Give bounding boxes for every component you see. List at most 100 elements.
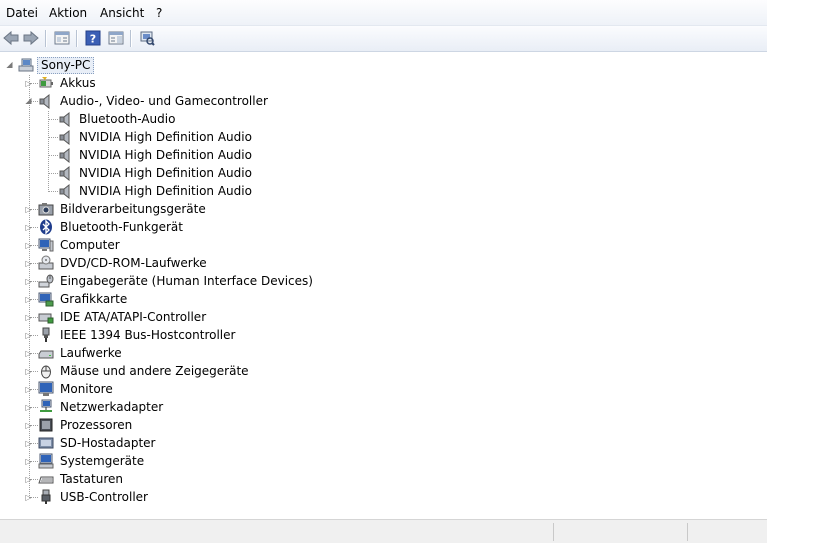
toolbar-separator	[76, 30, 78, 47]
expand-arrow[interactable]: ▷	[24, 439, 33, 448]
tree-root-sony-pc[interactable]: ◢ Sony-PC	[0, 56, 300, 74]
firewire-icon	[42, 327, 50, 342]
tree-item-nvidia-hd-audio[interactable]: NVIDIA High Definition Audio	[0, 146, 400, 164]
expand-arrow[interactable]: ▷	[24, 205, 33, 214]
disc-drive-icon	[38, 255, 54, 270]
scan-hardware-button[interactable]	[138, 29, 156, 47]
forward-icon	[23, 30, 39, 46]
processor-icon	[39, 418, 53, 432]
ide-controller-icon	[38, 313, 54, 324]
hid-icon	[38, 274, 54, 288]
hard-drive-icon	[38, 350, 54, 359]
tree-item-mice[interactable]: ▷ Mäuse und andere Zeigegeräte	[0, 362, 400, 380]
menu-datei[interactable]: Datei	[6, 6, 38, 20]
tree-guide-line	[49, 191, 58, 192]
desktop-background	[767, 0, 819, 543]
collapse-arrow[interactable]: ◢	[24, 96, 33, 105]
tree-item-dvd-cd-rom[interactable]: ▷ DVD/CD-ROM-Laufwerke	[0, 254, 400, 272]
category-label: Monitore	[60, 382, 113, 396]
speaker-icon	[59, 129, 70, 145]
menu-aktion[interactable]: Aktion	[49, 6, 87, 20]
expand-arrow[interactable]: ▷	[24, 457, 33, 466]
tree-item-hid[interactable]: ▷ Eingabegeräte (Human Interface Devices…	[0, 272, 400, 290]
category-label: SD-Hostadapter	[60, 436, 156, 450]
device-label: NVIDIA High Definition Audio	[79, 184, 252, 198]
tree-item-system-devices[interactable]: ▷ Systemgeräte	[0, 452, 400, 470]
battery-icon	[39, 77, 53, 88]
back-button[interactable]	[2, 29, 20, 47]
category-label: Akkus	[60, 76, 96, 90]
category-label: IDE ATA/ATAPI-Controller	[60, 310, 207, 324]
category-label: USB-Controller	[60, 490, 148, 504]
properties-button[interactable]	[53, 29, 71, 47]
expand-arrow[interactable]: ▷	[24, 349, 33, 358]
display-adapter-icon	[38, 292, 54, 307]
category-label: Bildverarbeitungsgeräte	[60, 202, 206, 216]
device-manager-window: Datei Aktion Ansicht ? ? ◢ Sony-PC ▷ Akk…	[0, 0, 767, 543]
category-label: IEEE 1394 Bus-Hostcontroller	[60, 328, 236, 342]
menu-help[interactable]: ?	[156, 6, 162, 20]
collapse-arrow[interactable]: ◢	[5, 60, 14, 69]
tree-item-bluetooth-audio[interactable]: Bluetooth-Audio	[0, 110, 400, 128]
expand-arrow[interactable]: ▷	[24, 493, 33, 502]
category-label: Prozessoren	[60, 418, 133, 432]
expand-arrow[interactable]: ▷	[24, 421, 33, 430]
tree-item-usb-controllers[interactable]: ▷ USB-Controller	[0, 488, 400, 506]
tree-item-network-adapters[interactable]: ▷ Netzwerkadapter	[0, 398, 400, 416]
expand-arrow[interactable]: ▷	[24, 385, 33, 394]
monitor-icon	[38, 238, 54, 252]
tree-item-audio-video-game[interactable]: ◢ Audio-, Video- und Gamecontroller	[0, 92, 400, 110]
help-button[interactable]: ?	[84, 29, 102, 47]
tree-item-bluetooth-radio[interactable]: ▷ Bluetooth-Funkgerät	[0, 218, 400, 236]
tree-item-nvidia-hd-audio[interactable]: NVIDIA High Definition Audio	[0, 182, 400, 200]
expand-arrow[interactable]: ▷	[24, 331, 33, 340]
tree-item-nvidia-hd-audio[interactable]: NVIDIA High Definition Audio	[0, 128, 400, 146]
expand-arrow[interactable]: ▷	[24, 241, 33, 250]
expand-arrow[interactable]: ▷	[24, 313, 33, 322]
tree-item-nvidia-hd-audio[interactable]: NVIDIA High Definition Audio	[0, 164, 400, 182]
category-label: Bluetooth-Funkgerät	[60, 220, 183, 234]
expand-arrow[interactable]: ▷	[24, 367, 33, 376]
forward-button[interactable]	[22, 29, 40, 47]
camera-icon	[38, 203, 54, 216]
show-hide-pane-icon	[108, 31, 124, 45]
category-label: DVD/CD-ROM-Laufwerke	[60, 256, 207, 270]
scan-hardware-icon	[140, 31, 155, 46]
expand-arrow[interactable]: ▷	[24, 277, 33, 286]
category-label: Audio-, Video- und Gamecontroller	[60, 94, 268, 108]
expand-arrow[interactable]: ▷	[24, 403, 33, 412]
tree-item-sd-host[interactable]: ▷ SD-Hostadapter	[0, 434, 400, 452]
expand-arrow[interactable]: ▷	[24, 223, 33, 232]
mouse-icon	[41, 365, 51, 379]
show-hide-pane-button[interactable]	[107, 29, 125, 47]
expand-arrow[interactable]: ▷	[24, 475, 33, 484]
expand-arrow[interactable]: ▷	[24, 295, 33, 304]
category-label: Tastaturen	[60, 472, 123, 486]
tree-item-ide-ata[interactable]: ▷ IDE ATA/ATAPI-Controller	[0, 308, 400, 326]
device-label: NVIDIA High Definition Audio	[79, 148, 252, 162]
status-bar	[0, 519, 767, 543]
expand-arrow[interactable]: ▷	[24, 259, 33, 268]
tree-item-keyboards[interactable]: ▷ Tastaturen	[0, 470, 400, 488]
tree-item-computer[interactable]: ▷ Computer	[0, 236, 400, 254]
sd-host-icon	[38, 437, 54, 449]
root-label: Sony-PC	[37, 57, 95, 74]
tree-item-monitors[interactable]: ▷ Monitore	[0, 380, 400, 398]
usb-icon	[41, 489, 51, 504]
device-label: Bluetooth-Audio	[79, 112, 176, 126]
speaker-icon	[59, 183, 70, 199]
tree-item-disk-drives[interactable]: ▷ Laufwerke	[0, 344, 400, 362]
tree-item-display-adapters[interactable]: ▷ Grafikkarte	[0, 290, 400, 308]
tree-item-processors[interactable]: ▷ Prozessoren	[0, 416, 400, 434]
category-label: Grafikkarte	[60, 292, 128, 306]
tree-item-imaging-devices[interactable]: ▷ Bildverarbeitungsgeräte	[0, 200, 400, 218]
tree-guide-line	[49, 119, 58, 120]
menu-ansicht[interactable]: Ansicht	[100, 6, 144, 20]
tree-item-akkus[interactable]: ▷ Akkus	[0, 74, 400, 92]
expand-arrow[interactable]: ▷	[24, 79, 33, 88]
tree-item-ieee1394[interactable]: ▷ IEEE 1394 Bus-Hostcontroller	[0, 326, 400, 344]
bluetooth-icon	[40, 219, 52, 235]
computer-icon	[18, 58, 34, 72]
back-icon	[3, 30, 19, 46]
device-label: NVIDIA High Definition Audio	[79, 130, 252, 144]
